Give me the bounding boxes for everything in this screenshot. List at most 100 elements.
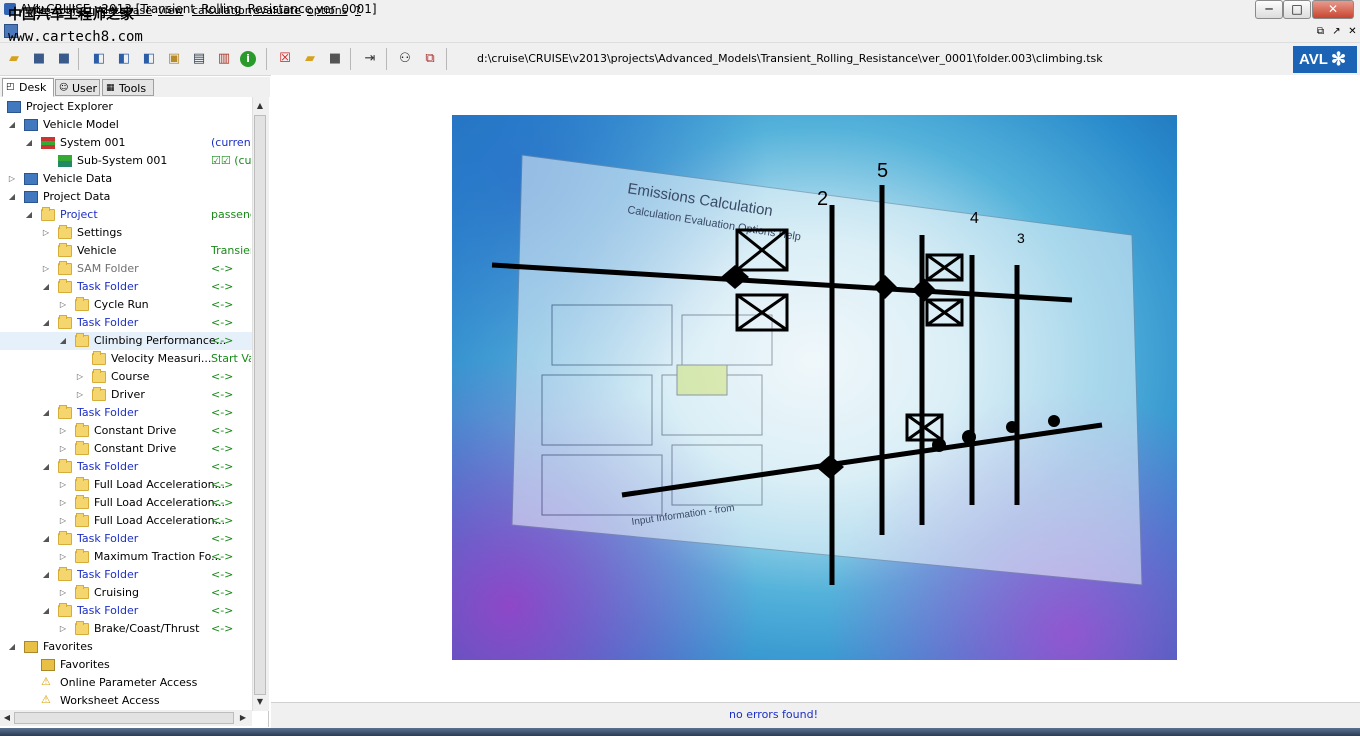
tree-row[interactable]: ▷ Full Load Acceleration... <-> (0, 476, 252, 494)
collapsed-arrow-icon[interactable]: ▷ (59, 584, 67, 602)
tree-row[interactable]: ▷ Vehicle Data (0, 170, 252, 188)
mdi-restore-button[interactable]: ⧉ (1314, 25, 1327, 38)
save-as-icon[interactable]: ■ (55, 51, 73, 67)
collapsed-arrow-icon[interactable]: ▷ (59, 440, 67, 458)
tree-row[interactable]: ▷ Constant Drive <-> (0, 440, 252, 458)
collapsed-arrow-icon[interactable]: ▷ (59, 620, 67, 638)
tree-row[interactable]: ▷ Settings (0, 224, 252, 242)
tree-row[interactable]: Project Explorer (0, 98, 252, 116)
open-icon[interactable]: ▰ (301, 51, 319, 67)
collapsed-arrow-icon[interactable]: ▷ (59, 548, 67, 566)
expanded-arrow-icon[interactable]: ◢ (8, 188, 16, 206)
minimize-button[interactable]: ─ (1255, 0, 1283, 19)
expanded-arrow-icon[interactable]: ◢ (8, 116, 16, 134)
expanded-arrow-icon[interactable]: ◢ (42, 278, 50, 296)
open-folder-icon[interactable]: ▰ (5, 51, 23, 67)
scroll-down-icon[interactable]: ▼ (253, 694, 267, 710)
tree-row[interactable]: ◢ Task Folder <-> (0, 278, 252, 296)
tree-row[interactable]: ▷ Cycle Run <-> (0, 296, 252, 314)
tree-row[interactable]: ⚠ Online Parameter Access (0, 674, 252, 692)
expanded-arrow-icon[interactable]: ◢ (8, 638, 16, 656)
export-icon[interactable]: ⇥ (361, 51, 379, 67)
binoculars-icon[interactable]: ⚇ (396, 51, 414, 67)
collapsed-arrow-icon[interactable]: ▷ (59, 494, 67, 512)
tree-row[interactable]: ◢ Climbing Performance... <-> (0, 332, 252, 350)
menu-object[interactable]: object (59, 4, 93, 17)
scroll-right-icon[interactable]: ▶ (236, 710, 250, 726)
mdi-close-button[interactable]: ✕ (1346, 25, 1359, 38)
tree-row[interactable]: ⚠ Worksheet Access (0, 692, 252, 710)
tree-row[interactable]: ◢ Task Folder <-> (0, 314, 252, 332)
tree-row[interactable]: Favorites (0, 656, 252, 674)
expanded-arrow-icon[interactable]: ◢ (42, 530, 50, 548)
package-icon[interactable]: ▣ (165, 51, 183, 67)
tree-row[interactable]: ◢ Task Folder <-> (0, 458, 252, 476)
tree-row[interactable]: ◢ Vehicle Model (0, 116, 252, 134)
tab-tools[interactable]: ▦ Tools (102, 79, 154, 96)
expanded-arrow-icon[interactable]: ◢ (42, 602, 50, 620)
tree-row[interactable]: ▷ Driver <-> (0, 386, 252, 404)
collapsed-arrow-icon[interactable]: ▷ (42, 260, 50, 278)
tree-row[interactable]: Sub-System 001 ☑☑ (cu (0, 152, 252, 170)
info-icon[interactable]: i (240, 51, 256, 67)
expanded-arrow-icon[interactable]: ◢ (42, 404, 50, 422)
monitor-icon[interactable]: ▤ (190, 51, 208, 67)
tree-row[interactable]: ◢ Favorites (0, 638, 252, 656)
collapsed-arrow-icon[interactable]: ▷ (59, 512, 67, 530)
tree-row[interactable]: ◢ System 001 (current (0, 134, 252, 152)
scroll-left-icon[interactable]: ◀ (0, 710, 14, 726)
delete-icon[interactable]: ☒ (276, 51, 294, 67)
tree-row[interactable]: ▷ Constant Drive <-> (0, 422, 252, 440)
collapsed-arrow-icon[interactable]: ▷ (42, 224, 50, 242)
chart-icon[interactable]: ▥ (215, 51, 233, 67)
close-button[interactable]: ✕ (1312, 0, 1354, 19)
tree-row[interactable]: ▷ Maximum Traction Fo... <-> (0, 548, 252, 566)
menu-file[interactable]: file (34, 4, 51, 17)
tree-row[interactable]: ◢ Project passeng (0, 206, 252, 224)
tree-row[interactable]: ▷ Full Load Acceleration... <-> (0, 512, 252, 530)
expanded-arrow-icon[interactable]: ◢ (25, 134, 33, 152)
tree-row[interactable]: ◢ Task Folder <-> (0, 602, 252, 620)
collapsed-arrow-icon[interactable]: ▷ (59, 296, 67, 314)
expanded-arrow-icon[interactable]: ◢ (42, 566, 50, 584)
menu-options[interactable]: options (307, 4, 348, 17)
model-run-icon[interactable]: ◧ (140, 51, 158, 67)
tab-user[interactable]: ☺ User (55, 79, 100, 96)
collapsed-arrow-icon[interactable]: ▷ (8, 170, 16, 188)
model-add-icon[interactable]: ◧ (115, 51, 133, 67)
expanded-arrow-icon[interactable]: ◢ (25, 206, 33, 224)
expanded-arrow-icon[interactable]: ◢ (59, 332, 67, 350)
tree-row[interactable]: ▷ Brake/Coast/Thrust <-> (0, 620, 252, 638)
expanded-arrow-icon[interactable]: ◢ (42, 458, 50, 476)
tree-row[interactable]: ◢ Task Folder <-> (0, 566, 252, 584)
tree-row[interactable]: ◢ Task Folder <-> (0, 530, 252, 548)
menu-evaluate[interactable]: evaluate (253, 4, 301, 17)
menu-help[interactable]: ? (355, 4, 361, 17)
tree-row[interactable]: ▷ Course <-> (0, 368, 252, 386)
tree-row[interactable]: ◢ Task Folder <-> (0, 404, 252, 422)
menu-database[interactable]: database (101, 4, 152, 17)
model-icon[interactable]: ◧ (90, 51, 108, 67)
tree-row[interactable]: ◢ Project Data (0, 188, 252, 206)
tree-horizontal-scroll-thumb[interactable] (14, 712, 234, 724)
collapsed-arrow-icon[interactable]: ▷ (76, 386, 84, 404)
compare-icon[interactable]: ⧉ (421, 51, 439, 67)
tree-row[interactable]: ▷ Cruising <-> (0, 584, 252, 602)
scroll-up-icon[interactable]: ▲ (253, 98, 267, 114)
maximize-button[interactable]: □ (1283, 0, 1311, 19)
tree-row[interactable]: ▷ Full Load Acceleration... <-> (0, 494, 252, 512)
tree-row[interactable]: ▷ SAM Folder <-> (0, 260, 252, 278)
menu-view[interactable]: view (158, 4, 183, 17)
menu-calculation[interactable]: calculation (192, 4, 252, 17)
expanded-arrow-icon[interactable]: ◢ (42, 314, 50, 332)
collapsed-arrow-icon[interactable]: ▷ (76, 368, 84, 386)
save2-icon[interactable]: ■ (326, 51, 344, 67)
tree-vertical-scroll-thumb[interactable] (254, 115, 266, 695)
tree-row[interactable]: Velocity Measuri... Start Va (0, 350, 252, 368)
collapsed-arrow-icon[interactable]: ▷ (59, 476, 67, 494)
collapsed-arrow-icon[interactable]: ▷ (59, 422, 67, 440)
tree-row[interactable]: Vehicle Transien (0, 242, 252, 260)
mdi-pin-button[interactable]: ↗ (1330, 25, 1343, 38)
tab-desk[interactable]: ◰ Desk (2, 78, 54, 97)
save-icon[interactable]: ■ (30, 51, 48, 67)
